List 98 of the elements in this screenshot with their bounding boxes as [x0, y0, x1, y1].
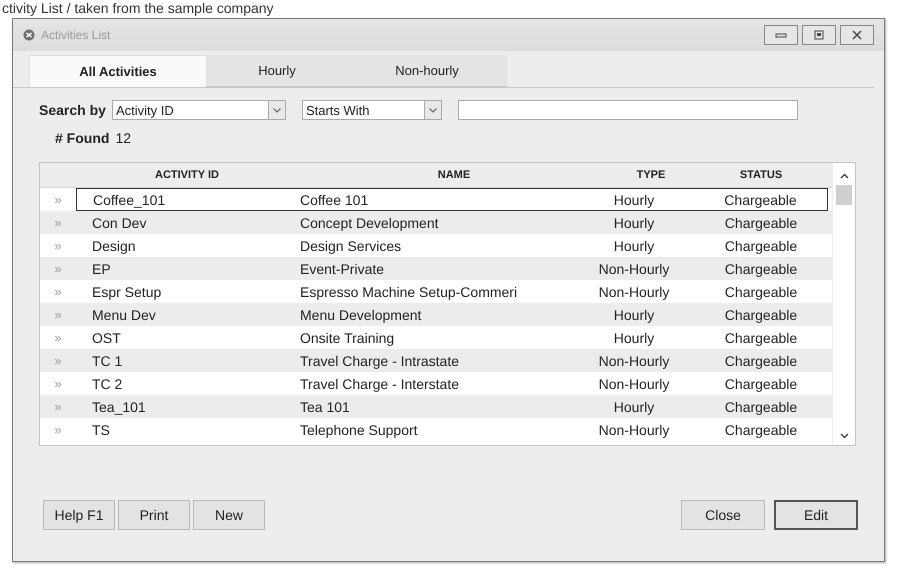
row-marker: »	[53, 215, 63, 230]
table-row[interactable]: » TC 1 Travel Charge - Intrastate Non-Hourly Chargeable	[40, 349, 832, 372]
table-cell-text: Chargeable	[724, 398, 798, 414]
window-title: Activities List	[41, 28, 110, 42]
table-cell-text: Menu Dev	[91, 306, 157, 322]
table-cell-text: Con Dev	[91, 214, 148, 230]
row-marker: »	[53, 238, 63, 253]
table-cell: Coffee 101	[298, 188, 574, 211]
row-marker: »	[53, 261, 63, 276]
table-cell-text: Non-Hourly	[598, 376, 670, 392]
row-marker: »	[53, 284, 63, 299]
table-cell: Chargeable	[694, 188, 828, 211]
table-row[interactable]: » Design Design Services Hourly Chargeable	[40, 234, 832, 257]
table-cell-text: TC 2	[91, 376, 124, 392]
table-row[interactable]: » Coffee_101 Coffee 101 Hourly Chargeable	[40, 188, 832, 211]
table-cell-text: Chargeable	[724, 260, 798, 276]
column-header[interactable]: ACTIVITY ID	[76, 169, 298, 181]
close-icon	[851, 30, 863, 40]
table-cell-text: Chargeable	[724, 422, 798, 438]
action-button[interactable]: Help F1	[43, 500, 115, 530]
action-button[interactable]: Close	[681, 500, 765, 530]
table-cell-text: Espr Setup	[91, 284, 162, 300]
column-header[interactable]: STATUS	[694, 169, 828, 181]
row-marker: »	[53, 399, 63, 414]
action-button[interactable]: Print	[118, 500, 190, 530]
action-button[interactable]: New	[193, 500, 265, 530]
search-input[interactable]	[458, 100, 798, 120]
table-row[interactable]: » Espr Setup Espresso Machine Setup-Commeri Non-Hourly Chargeable	[40, 280, 832, 303]
chevron-down-icon	[428, 108, 437, 112]
table-cell-text: Travel Charge - Interstate	[299, 376, 460, 392]
found-label: # Found	[55, 130, 110, 146]
row-marker: »	[53, 422, 63, 437]
table-row[interactable]: » TC 2 Travel Charge - Interstate Non-Hourly Chargeable	[40, 372, 832, 395]
table-cell-text: Onsite Training	[299, 330, 396, 346]
row-marker: »	[53, 192, 63, 207]
row-marker: »	[53, 330, 63, 345]
table-cell-text: Chargeable	[724, 238, 798, 254]
table-cell-text: Telephone Support	[299, 422, 419, 438]
table-cell-text: Chargeable	[724, 284, 798, 300]
table-cell-text: TC 1	[91, 352, 124, 368]
minimize-button[interactable]	[764, 25, 798, 45]
table-cell-text: Chargeable	[724, 376, 798, 392]
column-header[interactable]: TYPE	[608, 169, 694, 181]
scroll-down-icon[interactable]	[840, 433, 848, 439]
table-cell-text: Menu Development	[299, 306, 422, 322]
table-cell-text: Hourly	[612, 238, 656, 254]
tab[interactable]: Hourly	[207, 55, 347, 87]
table-cell-text: Chargeable	[724, 352, 798, 368]
row-marker: »	[53, 376, 63, 391]
row-marker: »	[53, 307, 63, 322]
table-cell-text: Non-Hourly	[598, 284, 670, 300]
page-caption: ctivity List / taken from the sample company	[2, 0, 275, 16]
table-cell-text: Hourly	[612, 330, 656, 346]
table-row[interactable]: » Tea_101 Tea 101 Hourly Chargeable	[40, 395, 832, 418]
chevron-down-icon	[272, 108, 281, 112]
table-row[interactable]: » Con Dev Concept Development Hourly Chargeable	[40, 211, 832, 234]
table-cell-text: Non-Hourly	[598, 260, 670, 276]
table-cell-text: Hourly	[612, 398, 656, 414]
search-field-dropdown[interactable]: Activity ID	[112, 100, 286, 120]
table-cell-text: Travel Charge - Intrastate	[299, 352, 460, 368]
table-cell-text: Concept Development	[299, 214, 440, 230]
table-cell-text: Chargeable	[724, 306, 798, 322]
table-cell-text: Tea_101	[91, 398, 147, 414]
close-button[interactable]	[840, 25, 874, 45]
table-row[interactable]: » TS Telephone Support Non-Hourly Chargeable	[40, 418, 832, 441]
scroll-thumb[interactable]	[836, 185, 852, 205]
column-header[interactable]: NAME	[298, 169, 608, 181]
scrollbar[interactable]	[832, 163, 855, 445]
app-icon	[23, 29, 35, 41]
maximize-icon	[813, 30, 825, 40]
table-cell-text: Chargeable	[724, 214, 798, 230]
table-cell-text: EP	[91, 260, 112, 276]
table-cell-text: Chargeable	[724, 330, 798, 346]
table-cell-text: Non-Hourly	[598, 422, 670, 438]
table-cell-text: Hourly	[612, 306, 656, 322]
table-cell-text: Design Services	[299, 238, 402, 254]
tab[interactable]: Non-hourly	[347, 55, 507, 87]
action-button[interactable]: Edit	[774, 500, 858, 530]
table-cell-text: Tea 101	[299, 398, 351, 414]
tab[interactable]: All Activities	[29, 55, 207, 87]
table-row[interactable]: » Menu Dev Menu Development Hourly Chargeable	[40, 303, 832, 326]
table-row[interactable]: » EP Event-Private Non-Hourly Chargeable	[40, 257, 832, 280]
table-row[interactable]: » OST Onsite Training Hourly Chargeable	[40, 326, 832, 349]
minimize-icon	[775, 31, 787, 39]
search-by-label: Search by	[39, 102, 106, 118]
table-cell-text: TS	[91, 422, 111, 438]
table-cell-text: Design	[91, 238, 137, 254]
found-count: 12	[115, 130, 132, 146]
table-cell: Coffee_101	[76, 188, 298, 211]
table-cell-text: Event-Private	[299, 260, 386, 276]
table-cell-text: Hourly	[612, 214, 656, 230]
scroll-up-icon[interactable]	[840, 173, 848, 179]
match-mode-dropdown[interactable]: Starts With	[302, 100, 442, 120]
row-marker: »	[53, 353, 63, 368]
table-cell-text: OST	[91, 330, 122, 346]
table-cell-text: Espresso Machine Setup-Commeri	[299, 284, 518, 300]
maximize-button[interactable]	[802, 25, 836, 45]
table-cell-text: Non-Hourly	[598, 352, 670, 368]
